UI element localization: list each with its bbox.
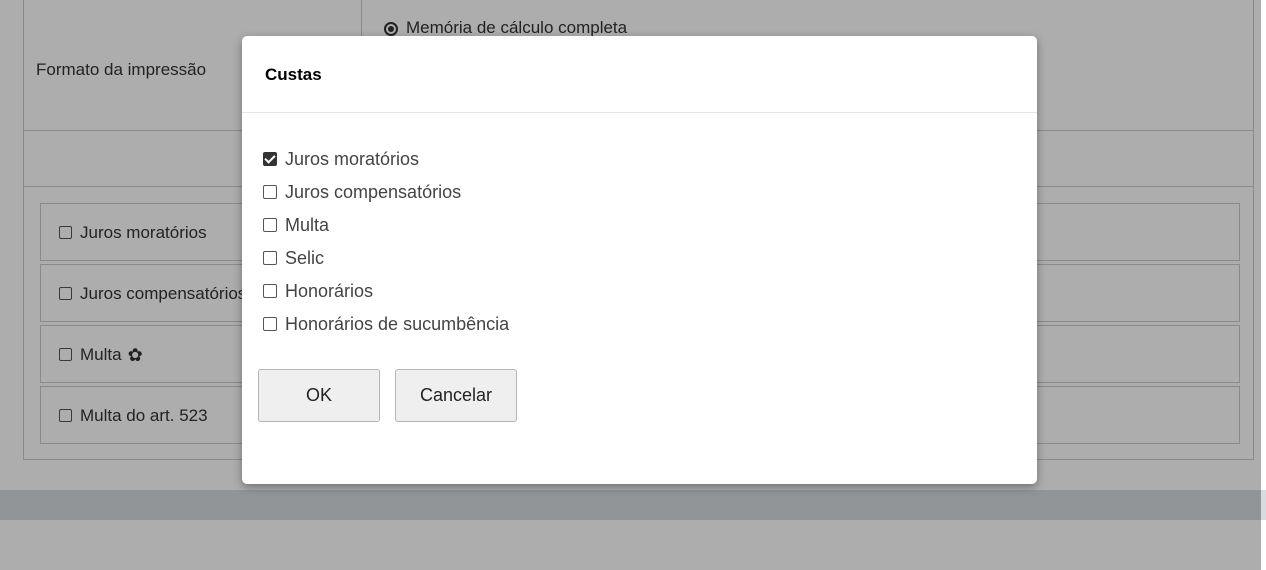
check-item-juros-moratorios[interactable]: Juros moratórios bbox=[263, 148, 509, 181]
check-item-label: Juros compensatórios bbox=[285, 182, 462, 202]
checkbox-icon[interactable] bbox=[263, 251, 277, 265]
ok-button[interactable]: OK bbox=[258, 369, 380, 422]
check-item-label: Juros moratórios bbox=[285, 149, 420, 169]
checkbox-icon[interactable] bbox=[263, 317, 277, 331]
dialog-header: Custas bbox=[242, 36, 1037, 113]
check-item-multa[interactable]: Multa bbox=[263, 214, 509, 247]
checkbox-checked-icon[interactable] bbox=[263, 152, 277, 166]
check-item-label: Honorários de sucumbência bbox=[285, 314, 510, 334]
dialog-title: Custas bbox=[265, 65, 322, 84]
check-item-selic[interactable]: Selic bbox=[263, 247, 509, 280]
custas-dialog: Custas Juros moratórios Juros compensató… bbox=[242, 36, 1037, 484]
checkbox-icon[interactable] bbox=[263, 284, 277, 298]
check-item-label: Multa bbox=[285, 215, 330, 235]
check-item-honorarios[interactable]: Honorários bbox=[263, 280, 509, 313]
checkbox-icon[interactable] bbox=[263, 218, 277, 232]
check-item-honorarios-sucumbencia[interactable]: Honorários de sucumbência bbox=[263, 313, 509, 346]
custas-checklist: Juros moratórios Juros compensatórios Mu… bbox=[263, 148, 509, 346]
cancel-button[interactable]: Cancelar bbox=[395, 369, 517, 422]
check-item-label: Honorários bbox=[285, 281, 374, 301]
check-item-label: Selic bbox=[285, 248, 325, 268]
checkbox-icon[interactable] bbox=[263, 185, 277, 199]
check-item-juros-compensatorios[interactable]: Juros compensatórios bbox=[263, 181, 509, 214]
